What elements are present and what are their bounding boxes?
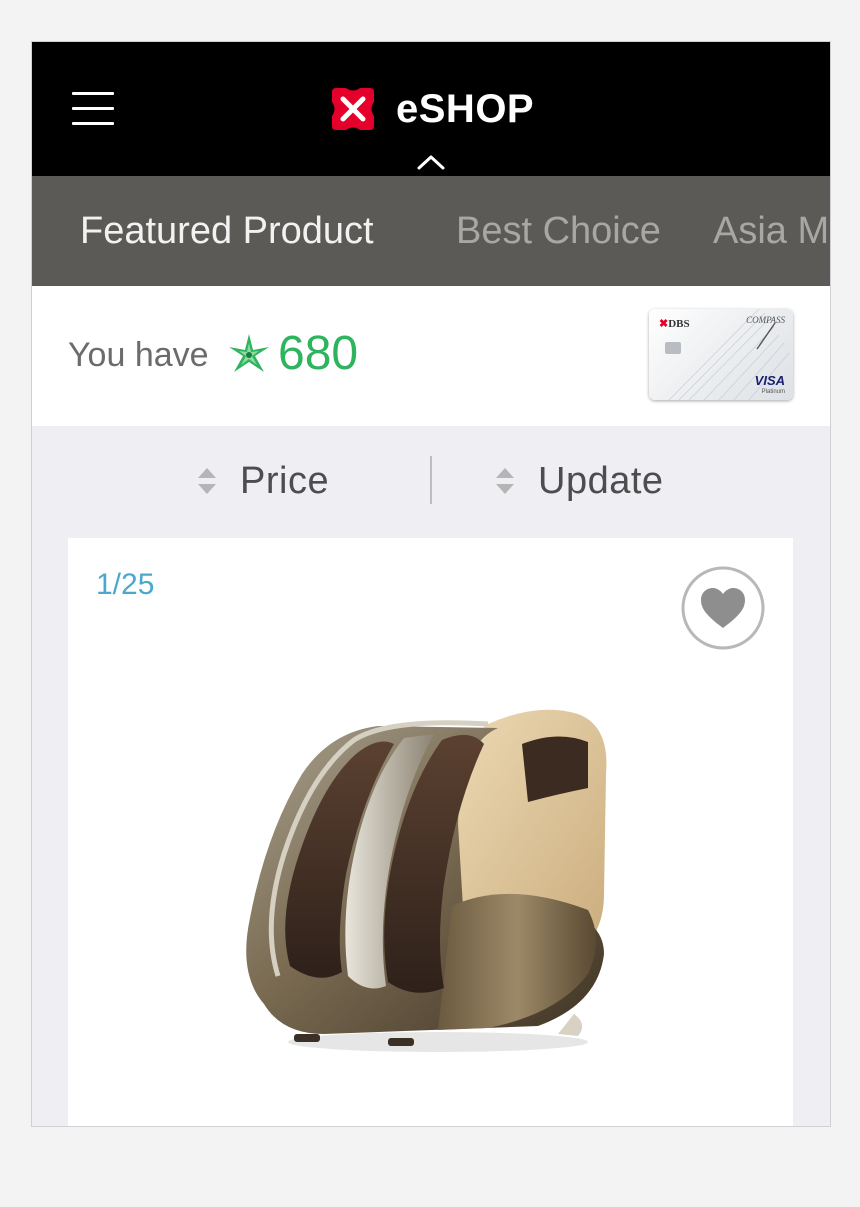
card-bank-name: ✖DBS — [659, 318, 690, 330]
points-value: 680 — [278, 327, 359, 380]
sort-price-label: Price — [240, 459, 330, 502]
product-counter: 1/25 — [96, 568, 155, 601]
tab-featured-product[interactable]: Featured Product — [80, 176, 374, 286]
card-series: COMPASS — [746, 315, 785, 325]
hamburger-menu-icon[interactable] — [72, 92, 114, 126]
card-network: VISA — [754, 373, 785, 388]
sort-update-label: Update — [538, 459, 664, 502]
dbs-logo-icon — [332, 88, 374, 130]
credit-card-image[interactable]: ✖DBS COMPASS VISA Platinum — [649, 309, 793, 400]
foot-massager-image[interactable] — [238, 704, 608, 1064]
sort-arrows-icon — [198, 468, 216, 494]
product-card[interactable]: 1/25 — [68, 538, 793, 1126]
points-panel: You have 680 ✖DBS COMPASS VISA Platinum — [32, 286, 830, 426]
brand: eSHOP — [328, 84, 534, 134]
sort-divider — [430, 456, 432, 504]
sort-arrows-icon — [496, 468, 514, 494]
sort-price-button[interactable]: Price — [196, 456, 329, 506]
points-label: You have — [68, 336, 209, 374]
sort-update-button[interactable]: Update — [494, 456, 664, 506]
star-burst-icon — [229, 334, 269, 372]
sort-bar: Price Update — [32, 426, 830, 538]
app-title: eSHOP — [396, 86, 535, 131]
card-chip-icon — [665, 342, 681, 354]
chevron-up-icon[interactable] — [416, 154, 446, 170]
tab-best-choice[interactable]: Best Choice — [456, 176, 661, 286]
phone-screen: eSHOP Featured Product Best Choice Asia … — [31, 41, 831, 1127]
card-tier: Platinum — [761, 389, 785, 395]
category-tabs: Featured Product Best Choice Asia M — [32, 176, 830, 286]
tab-asia[interactable]: Asia M — [713, 176, 829, 286]
heart-icon[interactable] — [681, 566, 765, 650]
